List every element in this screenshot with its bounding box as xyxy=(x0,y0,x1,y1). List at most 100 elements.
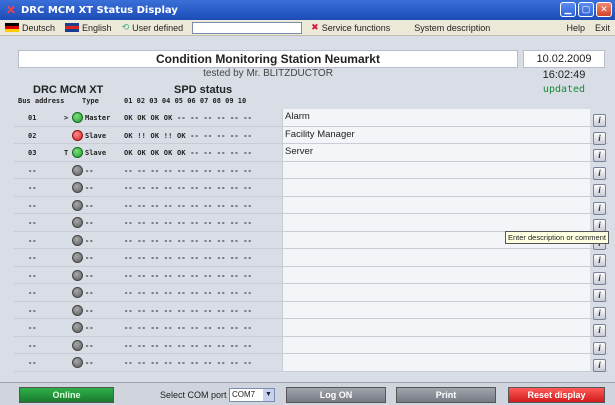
menu-user-defined[interactable]: ⟲ User defined xyxy=(117,20,189,36)
maximize-button[interactable]: ▢ xyxy=(578,2,594,17)
com-port-label: Select COM port xyxy=(160,390,227,400)
table-row: ------ -- -- -- -- -- -- -- -- --i xyxy=(14,302,608,320)
info-icon[interactable]: i xyxy=(593,254,606,267)
spd-status-cell: -- -- -- -- -- -- -- -- -- -- xyxy=(124,184,253,192)
row-marker: > xyxy=(64,114,69,122)
close-button[interactable]: ✕ xyxy=(596,2,612,17)
bus-address-cell: -- xyxy=(28,254,37,262)
table-row: -- -- -- -- -- -- -- -- -- -- -- -- i xyxy=(14,249,608,267)
info-icon[interactable]: i xyxy=(593,271,606,285)
description-field[interactable] xyxy=(284,354,584,370)
description-field[interactable] xyxy=(284,162,584,178)
description-field[interactable]: Alarm xyxy=(284,109,584,125)
menu-deutsch[interactable]: Deutsch xyxy=(0,20,60,36)
type-cell: Slave xyxy=(85,149,107,157)
log-on-button[interactable]: Log ON xyxy=(286,387,386,403)
info-icon[interactable]: i xyxy=(593,359,606,372)
menu-service-functions[interactable]: ✖ Service functions xyxy=(306,20,395,36)
status-indicator-icon xyxy=(72,357,83,368)
status-indicator-icon xyxy=(72,199,83,211)
info-icon[interactable]: i xyxy=(593,289,606,302)
type-cell: -- xyxy=(85,254,94,262)
datetime-display: 10.02.2009 16:02:49 xyxy=(523,50,605,81)
type-cell: Slave xyxy=(85,131,107,140)
bus-address-cell: -- xyxy=(28,219,37,227)
window-title: DRC MCM XT Status Display xyxy=(21,4,178,16)
type-cell: -- xyxy=(85,289,94,297)
online-button[interactable]: Online xyxy=(19,387,114,403)
user-defined-icon: ⟲ xyxy=(121,22,130,32)
type-cell: -- xyxy=(85,271,94,280)
service-icon: ✖ xyxy=(311,22,319,32)
station-title: Condition Monitoring Station Neumarkt xyxy=(18,50,518,68)
spd-status-cell: -- -- -- -- -- -- -- -- -- -- xyxy=(124,341,253,350)
table-row: ------ -- -- -- -- -- -- -- -- --i xyxy=(14,354,608,372)
info-icon[interactable]: i xyxy=(593,131,606,145)
description-field[interactable] xyxy=(284,249,584,265)
description-field[interactable] xyxy=(284,337,584,353)
info-icon[interactable]: i xyxy=(593,166,606,180)
bus-address-cell: -- xyxy=(28,341,37,350)
description-field[interactable] xyxy=(284,284,584,300)
window-controls: ▁ ▢ ✕ xyxy=(560,2,612,17)
spd-status-cell: -- -- -- -- -- -- -- -- -- -- xyxy=(124,236,253,245)
menu-system-description-label: System description xyxy=(414,22,491,33)
table-row: ------ -- -- -- -- -- -- -- -- --i xyxy=(14,214,608,232)
menu-exit[interactable]: Exit xyxy=(590,20,615,36)
menu-system-description[interactable]: System description xyxy=(409,20,495,36)
print-button[interactable]: Print xyxy=(396,387,496,403)
info-icon[interactable]: i xyxy=(593,149,606,162)
menu-bar: Deutsch English ⟲ User defined ✖ Service… xyxy=(0,20,615,36)
bus-address-cell: -- xyxy=(28,201,37,210)
status-indicator-icon xyxy=(72,147,83,158)
spd-status-cell: -- -- -- -- -- -- -- -- -- -- xyxy=(124,359,253,367)
user-defined-field[interactable] xyxy=(192,21,303,34)
reset-display-button[interactable]: Reset display xyxy=(508,387,605,403)
info-icon[interactable]: i xyxy=(593,184,606,197)
table-row: -- -- -- -- -- -- -- -- -- -- -- -- i xyxy=(14,284,608,302)
description-field[interactable] xyxy=(284,179,584,195)
minimize-button[interactable]: ▁ xyxy=(560,2,576,17)
status-indicator-icon xyxy=(72,269,83,281)
table-row: ------ -- -- -- -- -- -- -- -- --i xyxy=(14,267,608,285)
info-icon[interactable]: i xyxy=(593,341,606,355)
spd-status-label: SPD status xyxy=(174,84,233,96)
status-indicator-icon xyxy=(72,182,83,193)
spd-status-cell: -- -- -- -- -- -- -- -- -- -- xyxy=(124,289,253,297)
menu-english[interactable]: English xyxy=(60,20,117,36)
bus-address-cell: 01 xyxy=(28,114,37,122)
table-row: 01 > Master OK OK OK OK -- -- -- -- -- -- Al… xyxy=(14,109,608,127)
spd-status-cell: -- -- -- -- -- -- -- -- -- -- xyxy=(124,271,253,280)
info-icon[interactable]: i xyxy=(593,306,606,320)
info-icon[interactable]: i xyxy=(593,324,606,337)
column-bus-address: Bus address xyxy=(18,97,65,105)
spd-status-cell: -- -- -- -- -- -- -- -- -- -- xyxy=(124,306,253,315)
chevron-down-icon[interactable]: ▼ xyxy=(263,389,274,401)
app-logo-icon: ✕ xyxy=(5,3,17,17)
status-indicator-icon xyxy=(72,112,83,123)
menu-user-defined-label: User defined xyxy=(132,22,184,33)
description-field[interactable] xyxy=(284,197,584,213)
description-field[interactable] xyxy=(284,267,584,283)
description-field[interactable] xyxy=(284,302,584,318)
description-field[interactable]: Facility Manager xyxy=(284,127,584,143)
description-field[interactable] xyxy=(284,319,584,335)
status-indicator-icon xyxy=(72,234,83,246)
table-row: ------ -- -- -- -- -- -- -- -- --i xyxy=(14,197,608,215)
type-cell: -- xyxy=(85,306,94,315)
table-row: ------ -- -- -- -- -- -- -- -- --i xyxy=(14,337,608,355)
info-icon[interactable]: i xyxy=(593,114,606,127)
update-status: updated xyxy=(542,84,586,95)
description-field[interactable] xyxy=(284,214,584,230)
menu-help[interactable]: Help xyxy=(561,20,590,36)
status-indicator-icon xyxy=(72,304,83,316)
menu-help-label: Help xyxy=(566,22,585,33)
bus-address-cell: -- xyxy=(28,166,37,175)
com-port-select[interactable]: COM7 ▼ xyxy=(229,388,275,402)
spd-status-cell: -- -- -- -- -- -- -- -- -- -- xyxy=(124,254,253,262)
description-field[interactable]: Server xyxy=(284,144,584,160)
bus-address-cell: -- xyxy=(28,289,37,297)
com-port-value: COM7 xyxy=(232,390,256,399)
info-icon[interactable]: i xyxy=(593,201,606,215)
type-cell: -- xyxy=(85,166,94,175)
